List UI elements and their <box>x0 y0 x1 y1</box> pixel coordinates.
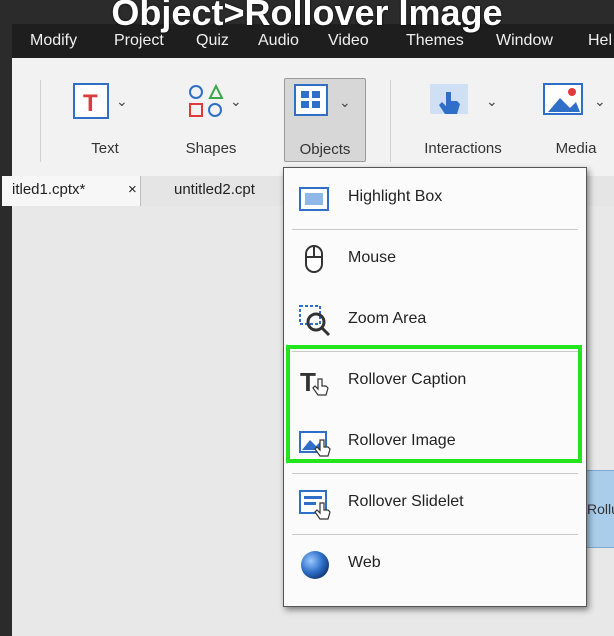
svg-text:⌄: ⌄ <box>116 93 128 109</box>
highlight-box-icon <box>298 182 332 216</box>
toolbar-separator <box>390 80 391 162</box>
svg-text:⌄: ⌄ <box>230 93 242 109</box>
tab-label: untitled2.cpt <box>174 181 255 198</box>
rollover-slidelet-icon <box>298 487 332 521</box>
mouse-icon <box>298 243 332 277</box>
menu-themes[interactable]: Themes <box>406 32 464 50</box>
menu-item-zoom-area[interactable]: Zoom Area <box>284 290 586 351</box>
shapes-icon: ⌄ <box>170 78 252 128</box>
green-highlight-box <box>286 345 582 463</box>
menu-item-highlight-box[interactable]: Highlight Box <box>284 168 586 229</box>
menu-window[interactable]: Window <box>496 32 553 50</box>
menu-project[interactable]: Project <box>114 32 164 50</box>
toolbar: T ⌄ Text ⌄ Shapes ⌄ Objects ⌄ Interactio… <box>12 58 614 177</box>
objects-button[interactable]: ⌄ Objects <box>284 78 366 162</box>
menu-item-label: Rollover Slidelet <box>348 493 464 510</box>
interactions-icon: ⌄ <box>408 78 518 128</box>
menu-item-label: Zoom Area <box>348 310 427 327</box>
menu-modify[interactable]: Modify <box>30 32 77 50</box>
toolbar-separator <box>40 80 41 162</box>
objects-icon: ⌄ <box>285 79 365 129</box>
caption-title: Object>Rollover Image <box>111 0 503 33</box>
interactions-button-label: Interactions <box>424 140 502 157</box>
tab-untitled1[interactable]: itled1.cptx* × <box>2 176 141 206</box>
web-icon <box>298 548 332 582</box>
tab-label: itled1.cptx* <box>12 181 86 198</box>
menu-help[interactable]: Hel <box>588 32 612 50</box>
text-button[interactable]: T ⌄ Text <box>66 78 144 160</box>
menu-video[interactable]: Video <box>328 32 369 50</box>
menu-item-mouse[interactable]: Mouse <box>284 229 586 290</box>
svg-text:⌄: ⌄ <box>594 93 606 109</box>
media-button[interactable]: ⌄ Media <box>538 78 614 160</box>
menu-item-web[interactable]: Web <box>284 534 586 595</box>
menu-item-label: Web <box>348 554 381 571</box>
menu-item-label: Highlight Box <box>348 188 443 205</box>
menu-quiz[interactable]: Quiz <box>196 32 229 50</box>
menu-item-label: Mouse <box>348 249 397 266</box>
interactions-button[interactable]: ⌄ Interactions <box>408 78 518 160</box>
svg-text:T: T <box>83 90 98 117</box>
svg-text:⌄: ⌄ <box>486 93 498 109</box>
menu-audio[interactable]: Audio <box>258 32 299 50</box>
menu-item-rollover-slidelet[interactable]: Rollover Slidelet <box>284 473 586 534</box>
objects-button-label: Objects <box>299 141 351 158</box>
tab-close-icon[interactable]: × <box>128 176 137 204</box>
media-icon: ⌄ <box>538 78 614 128</box>
text-icon: T ⌄ <box>66 78 144 128</box>
svg-text:⌄: ⌄ <box>339 94 351 110</box>
shapes-button-label: Shapes <box>185 140 237 157</box>
shapes-button[interactable]: ⌄ Shapes <box>170 78 252 160</box>
media-button-label: Media <box>555 140 597 157</box>
zoom-area-icon <box>298 304 332 338</box>
text-button-label: Text <box>91 140 119 157</box>
